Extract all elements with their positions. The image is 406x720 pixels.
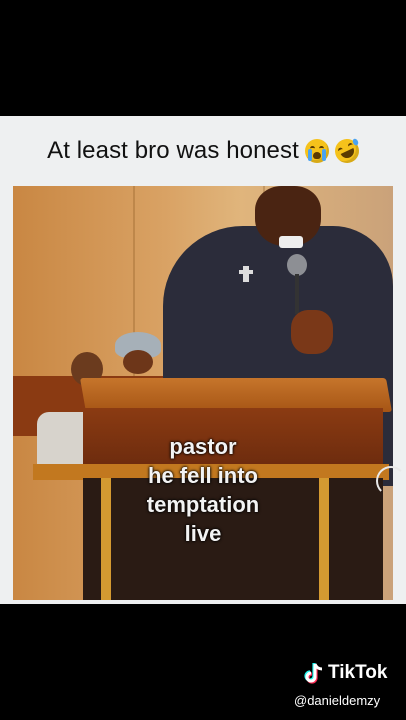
video-subtitle: pastor he fell into temptation live	[13, 432, 393, 548]
rolling-laughing-emoji-icon	[330, 135, 363, 167]
tiktok-brand-label: TikTok	[328, 662, 388, 683]
tiktok-logo-icon	[304, 663, 323, 684]
loading-spinner-icon	[376, 466, 406, 496]
subtitle-line: pastor	[169, 434, 237, 459]
top-letterbox	[0, 0, 406, 116]
microphone-icon	[287, 254, 307, 276]
subtitle-line: he fell into	[148, 463, 258, 488]
caption-row: At least bro was honest	[0, 116, 406, 186]
subtitle-line: live	[184, 521, 222, 546]
subtitle-line: temptation	[146, 492, 260, 517]
post-card: At least bro was honest pastor he fell i…	[0, 116, 406, 604]
creator-handle[interactable]: @danieldemzy	[294, 693, 380, 708]
cross-icon	[239, 266, 253, 282]
crying-face-emoji-icon	[304, 139, 329, 163]
video-frame[interactable]: pastor he fell into temptation live	[13, 186, 393, 600]
caption-text: At least bro was honest	[47, 137, 299, 164]
